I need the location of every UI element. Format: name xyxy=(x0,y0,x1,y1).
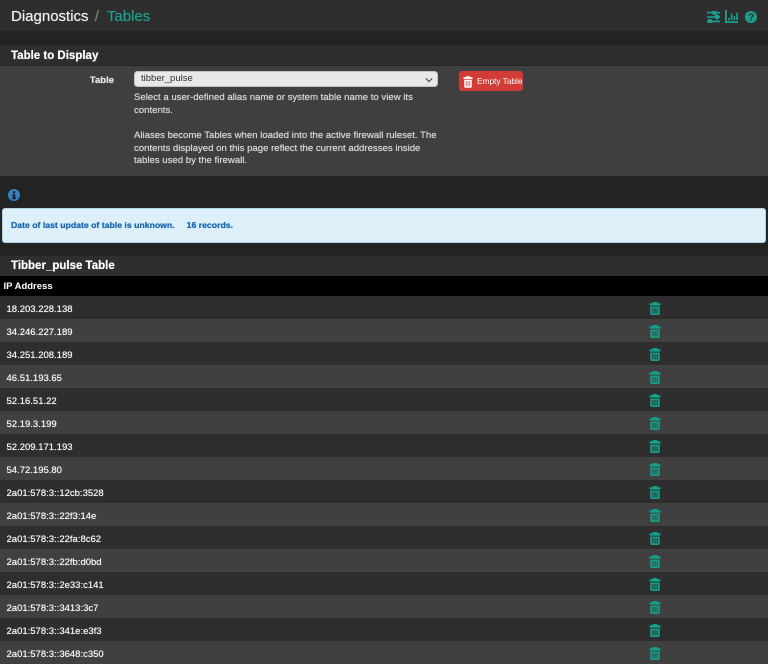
svg-text:?: ? xyxy=(748,11,754,22)
